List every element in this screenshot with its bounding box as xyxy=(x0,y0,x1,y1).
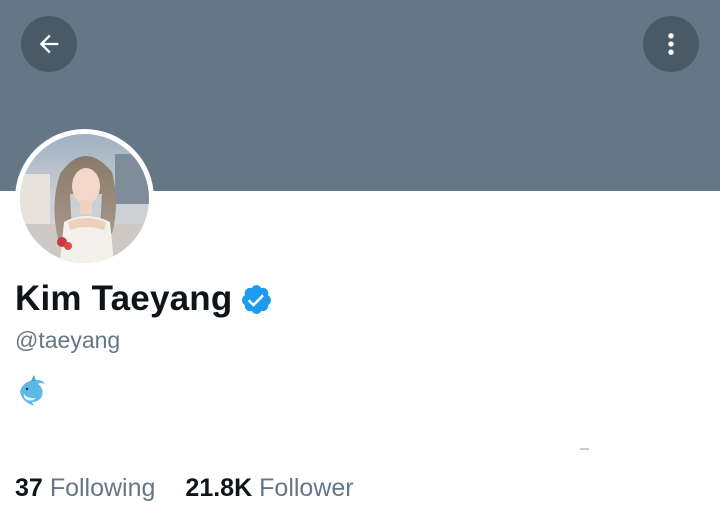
dolphin-emoji-icon xyxy=(20,375,45,406)
followers-label: Follower xyxy=(259,474,354,502)
followers-count: 21.8K xyxy=(185,474,253,502)
profile-stats: 37 Following 21.8K Follower xyxy=(15,474,354,503)
divider-mark xyxy=(580,448,589,450)
back-button[interactable] xyxy=(21,16,77,72)
verified-badge-icon xyxy=(242,284,272,314)
followers-link[interactable]: 21.8K Follower xyxy=(185,474,353,503)
display-name: Kim Taeyang xyxy=(15,279,233,318)
more-options-button[interactable] xyxy=(643,16,699,72)
avatar-image xyxy=(20,134,149,263)
profile-name-row: Kim Taeyang xyxy=(15,277,273,321)
avatar[interactable] xyxy=(15,129,154,268)
following-link[interactable]: 37 Following xyxy=(15,474,155,503)
vertical-dots-icon xyxy=(668,33,674,55)
following-count: 37 xyxy=(15,474,43,502)
profile-handle: @taeyang xyxy=(15,327,121,353)
arrow-left-icon xyxy=(39,34,59,54)
following-label: Following xyxy=(49,474,156,502)
